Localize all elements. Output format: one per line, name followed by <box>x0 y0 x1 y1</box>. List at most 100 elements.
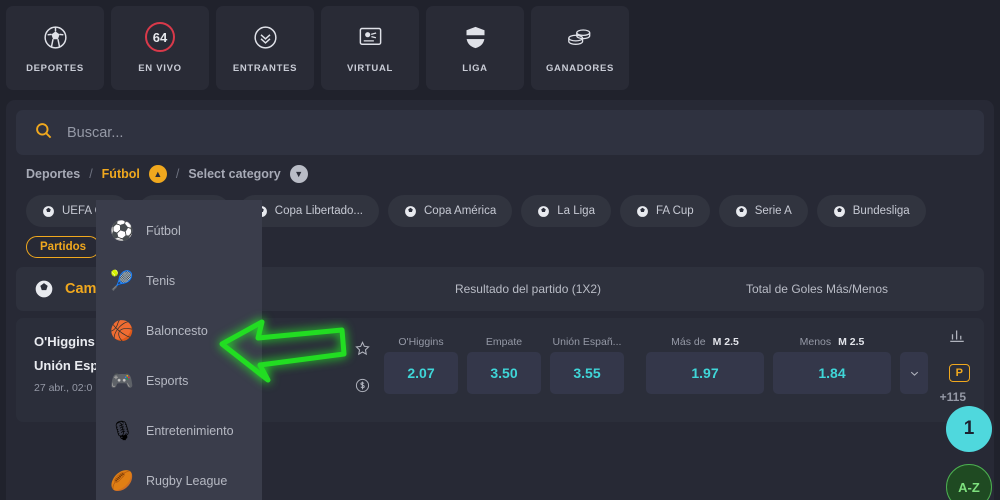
nav-label: LIGA <box>462 63 488 74</box>
odds-area: O'Higgins 2.07 Empate 3.50 Unión Españ..… <box>384 332 928 394</box>
chip-label: Bundesliga <box>852 205 910 217</box>
league-chip[interactable]: Serie A <box>718 195 808 227</box>
chip-label: Serie A <box>754 205 792 217</box>
basketball-icon: 🏀 <box>110 321 134 342</box>
odd-value: 1.84 <box>773 352 891 394</box>
stacked-coins-icon <box>566 22 594 52</box>
sports-category-dropdown: ⚽ Fútbol 🎾 Tenis 🏀 Baloncesto 🎮 Esports … <box>96 200 262 500</box>
chip-label: Copa Libertado... <box>274 205 363 217</box>
nav-label: EN VIVO <box>138 63 182 74</box>
soccer-ball-icon <box>735 205 747 217</box>
odds-group-totals: Más de M 2.5 1.97 Menos M 2.5 1.84 <box>646 332 928 394</box>
live-count-badge: 64 <box>145 22 175 52</box>
odd-line-value: M 2.5 <box>838 336 865 348</box>
az-sort-label: A-Z <box>958 479 980 495</box>
odd-cell-over[interactable]: Más de M 2.5 1.97 <box>646 332 764 394</box>
gamepad-icon: 🎮 <box>110 371 134 392</box>
dropdown-item-baloncesto[interactable]: 🏀 Baloncesto <box>96 306 262 356</box>
odd-label: O'Higgins <box>398 336 444 348</box>
odd-label: Empate <box>485 336 523 348</box>
nav-tile-en-vivo[interactable]: 64 EN VIVO <box>111 6 209 90</box>
rugby-ball-icon: 🏉 <box>110 471 134 492</box>
dropdown-item-label: Fútbol <box>146 224 181 238</box>
chevron-up-icon[interactable]: ▲ <box>148 165 167 183</box>
monitor-screen-icon <box>357 22 384 52</box>
dropdown-item-label: Entretenimiento <box>146 424 234 438</box>
odd-value: 1.97 <box>646 352 764 394</box>
dropdown-item-tenis[interactable]: 🎾 Tenis <box>96 256 262 306</box>
soccer-ball-icon: ⚽ <box>110 221 134 242</box>
soccer-ball-icon <box>538 205 550 217</box>
microphone-icon: 🎙 <box>110 421 135 442</box>
dropdown-item-esports[interactable]: 🎮 Esports <box>96 356 262 406</box>
soccer-ball-icon <box>35 280 53 298</box>
dropdown-item-label: Rugby League <box>146 474 228 488</box>
odd-label: Menos M 2.5 <box>773 332 891 352</box>
odd-cell-under[interactable]: Menos M 2.5 1.84 <box>773 332 891 394</box>
market-header-1x2: Resultado del partido (1X2) <box>454 282 602 296</box>
odd-label-text: Más de <box>671 336 706 348</box>
breadcrumb: Deportes / Fútbol ▲ / Select category ▼ <box>16 155 984 193</box>
chevron-down-icon[interactable]: ▼ <box>289 165 308 183</box>
nav-tile-liga[interactable]: LIGA <box>426 6 524 90</box>
double-chevron-down-circle-icon <box>252 22 279 52</box>
odd-line-value: M 2.5 <box>712 336 739 348</box>
app-root: DEPORTES 64 EN VIVO ENTRANTES VIRTUAL LI… <box>0 0 1000 500</box>
dropdown-item-futbol[interactable]: ⚽ Fútbol <box>96 206 262 256</box>
soccer-ball-icon <box>405 205 416 217</box>
betslip-fab[interactable]: 1 <box>946 406 992 452</box>
chip-label: La Liga <box>557 205 595 217</box>
match-action-icons <box>354 340 371 399</box>
nav-label: GANADORES <box>545 63 615 74</box>
search-icon <box>34 121 53 145</box>
star-icon[interactable] <box>354 340 371 362</box>
odds-group-1x2: O'Higgins 2.07 Empate 3.50 Unión Españ..… <box>384 332 624 394</box>
breadcrumb-select-category[interactable]: Select category <box>188 167 280 181</box>
odd-label: Más de M 2.5 <box>646 332 764 352</box>
dropdown-item-label: Baloncesto <box>146 324 208 338</box>
market-header-totals: Total de Goles Más/Menos <box>745 282 889 296</box>
league-chip[interactable]: La Liga <box>521 195 611 227</box>
odd-value: 3.50 <box>467 352 541 394</box>
nav-label: VIRTUAL <box>346 63 394 74</box>
league-title[interactable]: Cam... <box>16 279 109 299</box>
tab-partidos[interactable]: Partidos <box>26 236 101 258</box>
more-markets-badge[interactable]: P <box>948 364 970 382</box>
nav-label: DEPORTES <box>26 63 84 74</box>
chip-label: Copa América <box>424 205 497 217</box>
breadcrumb-futbol[interactable]: Fútbol <box>102 167 140 181</box>
odd-cell-draw[interactable]: Empate 3.50 <box>467 332 541 394</box>
more-markets-count: +115 <box>939 390 966 404</box>
soccer-ball-icon <box>43 205 54 217</box>
odd-label-text: Menos <box>799 336 832 348</box>
odd-label: Unión Españ... <box>552 336 622 348</box>
soccer-ball-icon <box>637 205 648 217</box>
dropdown-item-label: Tenis <box>146 274 176 288</box>
breadcrumb-separator: / <box>89 167 93 181</box>
breadcrumb-separator: / <box>175 167 180 181</box>
betslip-count: 1 <box>963 418 975 439</box>
breadcrumb-deportes[interactable]: Deportes <box>26 167 80 181</box>
nav-tile-virtual[interactable]: VIRTUAL <box>321 6 419 90</box>
dropdown-item-entretenimiento[interactable]: 🎙 Entretenimiento <box>96 406 262 456</box>
soccer-ball-icon <box>42 22 69 52</box>
search-placeholder: Buscar... <box>67 124 124 141</box>
odd-cell-away[interactable]: Unión Españ... 3.55 <box>550 332 624 394</box>
expand-markets-chevron-down-icon[interactable] <box>900 352 928 394</box>
nav-tile-entrantes[interactable]: ENTRANTES <box>216 6 314 90</box>
nav-tile-deportes[interactable]: DEPORTES <box>6 6 104 90</box>
dropdown-item-rugby-league[interactable]: 🏉 Rugby League <box>96 456 262 500</box>
league-chip[interactable]: Bundesliga <box>816 195 926 227</box>
top-navigation: DEPORTES 64 EN VIVO ENTRANTES VIRTUAL LI… <box>0 0 1000 94</box>
chip-label: FA Cup <box>655 205 694 217</box>
bar-chart-icon[interactable] <box>948 326 966 349</box>
search-input[interactable]: Buscar... <box>16 110 984 155</box>
nav-tile-ganadores[interactable]: GANADORES <box>531 6 629 90</box>
tennis-ball-icon: 🎾 <box>110 271 134 292</box>
dollar-circle-icon[interactable] <box>354 377 371 399</box>
league-chip[interactable]: Copa América <box>388 195 513 227</box>
soccer-ball-icon <box>833 205 845 217</box>
odd-cell-home[interactable]: O'Higgins 2.07 <box>384 332 458 394</box>
league-chip[interactable]: FA Cup <box>619 195 710 227</box>
nav-label: ENTRANTES <box>232 63 298 74</box>
